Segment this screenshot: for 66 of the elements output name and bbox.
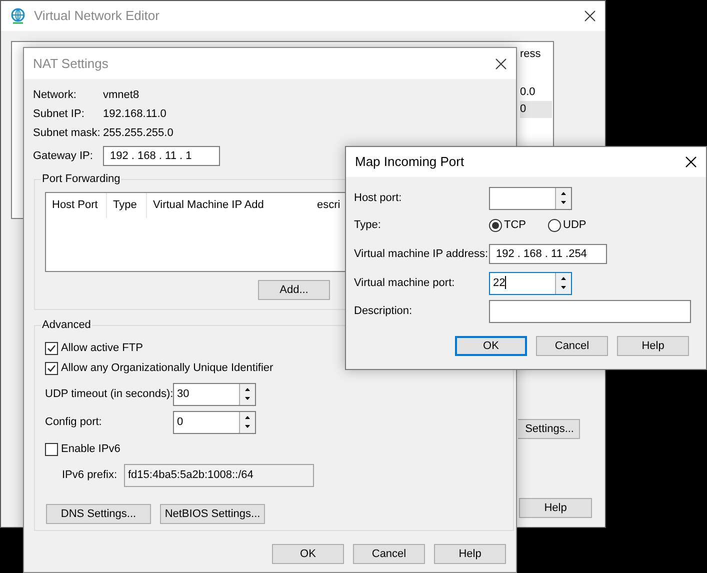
column-header[interactable]: escri <box>311 193 340 218</box>
checkbox[interactable] <box>45 342 58 354</box>
dialog-button[interactable]: Help <box>434 544 506 564</box>
dialog-button[interactable]: DNS Settings... <box>46 504 151 524</box>
field-label: Network: <box>33 88 78 104</box>
dialog-button[interactable]: Add... <box>258 280 330 300</box>
checkbox[interactable] <box>45 442 58 456</box>
spin-arrows-icon[interactable] <box>555 188 571 208</box>
close-icon[interactable] <box>685 156 697 168</box>
field-label: Host port: <box>354 190 403 206</box>
field-label: Config port: <box>45 415 103 430</box>
field-label: Description: <box>354 304 414 320</box>
ip-address-field[interactable]: 192 . 168 . 11 . 1 <box>103 146 220 166</box>
checkbox-label: Enable IPv6 <box>61 442 120 457</box>
description-field[interactable] <box>489 300 691 323</box>
field-value: 192.168.11.0 <box>103 107 166 122</box>
column-header[interactable]: Type <box>107 193 147 218</box>
help-button[interactable]: Help <box>519 498 592 518</box>
spin-field[interactable]: 0 <box>173 411 256 434</box>
field-label: Type: <box>354 218 382 233</box>
radio-button[interactable] <box>548 218 561 232</box>
checkbox-label: Allow any Organizationally Unique Identifier <box>61 360 274 376</box>
dialog-button[interactable]: NetBIOS Settings... <box>160 504 265 524</box>
spin-field[interactable]: 30 <box>173 383 256 406</box>
dialog-button[interactable]: OK <box>455 336 527 356</box>
field-value: 30 <box>176 387 190 402</box>
close-icon[interactable] <box>584 10 596 22</box>
checkbox[interactable] <box>45 362 58 374</box>
radio-button[interactable] <box>489 218 502 232</box>
ipv6-prefix-field[interactable]: fd15:4ba5:5a2b:1008::/64 <box>124 464 314 487</box>
window-title: Map Incoming Port <box>355 153 466 172</box>
dialog-button[interactable]: OK <box>272 544 344 564</box>
spin-arrows-icon[interactable] <box>239 384 255 405</box>
window-title: Virtual Network Editor <box>34 7 160 26</box>
field-label: Subnet IP: <box>33 107 86 122</box>
field-label: Virtual machine port: <box>354 276 456 291</box>
field-value: 255.255.255.0 <box>103 126 174 142</box>
close-icon[interactable] <box>495 58 507 70</box>
field-value: 0 <box>176 415 184 430</box>
column-header[interactable]: Host Port <box>46 193 107 218</box>
field-label: Gateway IP: <box>33 148 94 164</box>
globe-icon <box>10 8 26 24</box>
field-value: vmnet8 <box>103 88 140 104</box>
settings-button[interactable]: Settings... <box>518 419 580 439</box>
column-header: ress <box>520 47 541 62</box>
table-cell[interactable]: 0.0 <box>520 84 552 101</box>
spin-arrows-icon[interactable] <box>239 412 255 433</box>
spin-field[interactable]: 22 <box>489 272 572 294</box>
dialog-button[interactable]: Cancel <box>353 544 425 564</box>
dialog-button[interactable]: Help <box>617 336 689 356</box>
group-title: Port Forwarding <box>41 171 122 188</box>
dialog-button[interactable]: Cancel <box>536 336 608 356</box>
checkbox-label: Allow active FTP <box>61 340 143 356</box>
field-label: UDP timeout (in seconds): <box>45 387 173 402</box>
radio-label: TCP <box>504 218 526 233</box>
spin-field[interactable] <box>489 186 572 210</box>
column-header[interactable]: Virtual Machine IP Add <box>147 193 311 218</box>
field-label: Virtual machine IP address: <box>354 246 489 262</box>
table-cell[interactable]: 0 <box>520 101 552 118</box>
field-label: IPv6 prefix: <box>62 468 118 484</box>
ip-address-field[interactable]: 192 . 168 . 11 .254 <box>489 244 607 264</box>
spin-arrows-icon[interactable] <box>555 272 571 294</box>
radio-label: UDP <box>563 218 586 233</box>
field-label: Subnet mask: <box>33 126 102 142</box>
field-value: 22 <box>492 275 508 292</box>
window-title: NAT Settings <box>33 54 110 73</box>
